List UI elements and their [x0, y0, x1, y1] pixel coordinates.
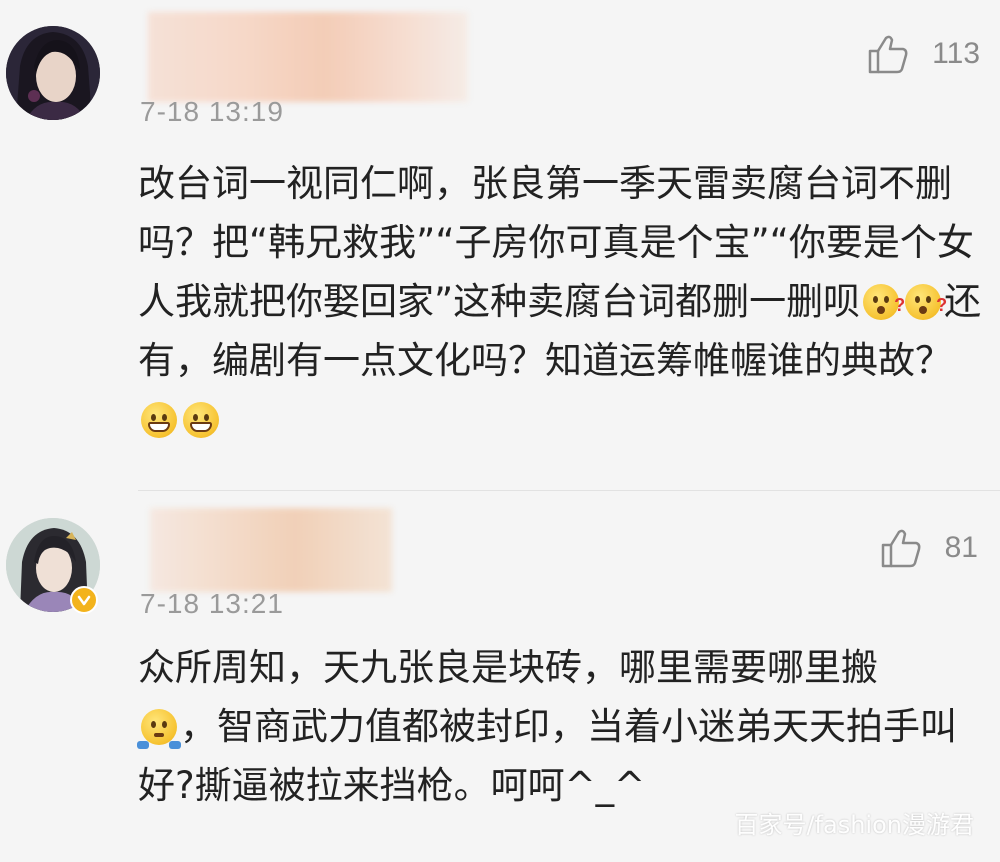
avatar[interactable] [6, 26, 100, 120]
comment-text: 众所周知，天九张良是块砖，哪里需要哪里搬 ，智商武力值都被封印，当着小迷弟天天拍手… [137, 638, 988, 815]
confused-emoji: ? [863, 284, 905, 320]
shrug-emoji [137, 709, 181, 749]
comment-text: 改台词一视同仁啊，张良第一季天雷卖腐台词不删吗？把“韩兄救我”“子房你可真是个宝… [138, 154, 988, 449]
thumbs-up-icon [881, 529, 921, 568]
like-count: 81 [944, 531, 978, 564]
comment-text-part: 众所周知，天九张良是块砖，哪里需要哪里搬 [138, 646, 878, 689]
like-button[interactable]: 113 [866, 32, 980, 76]
comment-item: 7-18 13:19 113 改台词一视同仁啊，张良第一季天雷卖腐台词不删吗？把… [0, 0, 1000, 490]
comment-timestamp: 7-18 13:21 [140, 588, 284, 619]
like-button[interactable]: 81 [879, 526, 978, 570]
confused-emoji: ? [905, 284, 947, 320]
blurred-username [148, 12, 468, 102]
comment-timestamp: 7-18 13:19 [140, 96, 284, 127]
grin-emoji [141, 402, 177, 438]
watermark: 百家号/fashion漫游君 [734, 811, 974, 839]
thumbs-up-icon [868, 35, 908, 74]
grin-emoji [183, 402, 219, 438]
blurred-username [150, 508, 392, 592]
comment-text-part: 改台词一视同仁啊，张良第一季天雷卖腐台词不删吗？把“韩兄救我”“子房你可真是个宝… [138, 162, 974, 323]
comment-text-part: ，智商武力值都被封印，当着小迷弟天天拍手叫好?撕逼被拉来挡枪。呵呵^_^ [138, 705, 957, 807]
verified-badge-icon [70, 586, 98, 614]
like-count: 113 [932, 37, 980, 70]
